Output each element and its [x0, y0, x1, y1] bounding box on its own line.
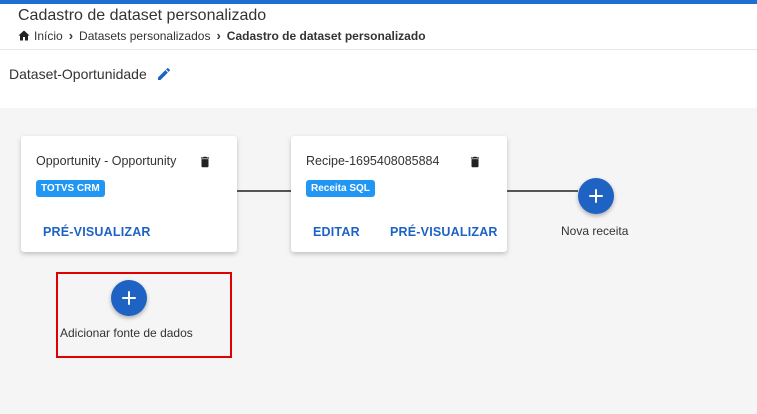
chevron-right-icon: › [216, 28, 221, 43]
home-icon[interactable] [18, 30, 30, 41]
preview-button[interactable]: PRÉ-VISUALIZAR [390, 225, 498, 239]
recipe-card: Recipe-1695408085884 Receita SQL EDITAR … [291, 136, 507, 252]
connector-line [507, 190, 578, 192]
recipe-tag-badge: Receita SQL [306, 180, 375, 197]
plus-icon [122, 291, 136, 305]
connector-line [237, 190, 291, 192]
add-data-source-button[interactable] [111, 280, 147, 316]
source-tag-badge: TOTVS CRM [36, 180, 105, 197]
edit-button[interactable]: EDITAR [313, 225, 360, 239]
plus-icon [589, 189, 603, 203]
highlight-box [56, 272, 232, 358]
trash-icon[interactable] [468, 154, 482, 170]
new-recipe-label: Nova receita [561, 224, 629, 238]
breadcrumb-item-current: Cadastro de dataset personalizado [226, 28, 426, 43]
preview-button[interactable]: PRÉ-VISUALIZAR [43, 225, 151, 239]
trash-icon[interactable] [198, 154, 212, 170]
page-header: Cadastro de dataset personalizado Início… [0, 4, 757, 50]
dataset-name: Dataset-Oportunidade [9, 66, 147, 82]
dataset-name-row: Dataset-Oportunidade [9, 66, 172, 82]
card-title: Recipe-1695408085884 [306, 154, 440, 168]
add-data-source-label: Adicionar fonte de dados [60, 326, 193, 340]
breadcrumb-item-datasets[interactable]: Datasets personalizados [79, 29, 210, 43]
add-recipe-button[interactable] [578, 178, 614, 214]
breadcrumb: Início › Datasets personalizados › Cadas… [18, 28, 426, 43]
breadcrumb-item-home[interactable]: Início [34, 29, 63, 43]
page-title: Cadastro de dataset personalizado [18, 7, 267, 24]
source-card-opportunity: Opportunity - Opportunity TOTVS CRM PRÉ-… [21, 136, 237, 252]
pencil-icon[interactable] [156, 66, 172, 82]
chevron-right-icon: › [68, 28, 74, 43]
card-title: Opportunity - Opportunity [36, 154, 177, 168]
